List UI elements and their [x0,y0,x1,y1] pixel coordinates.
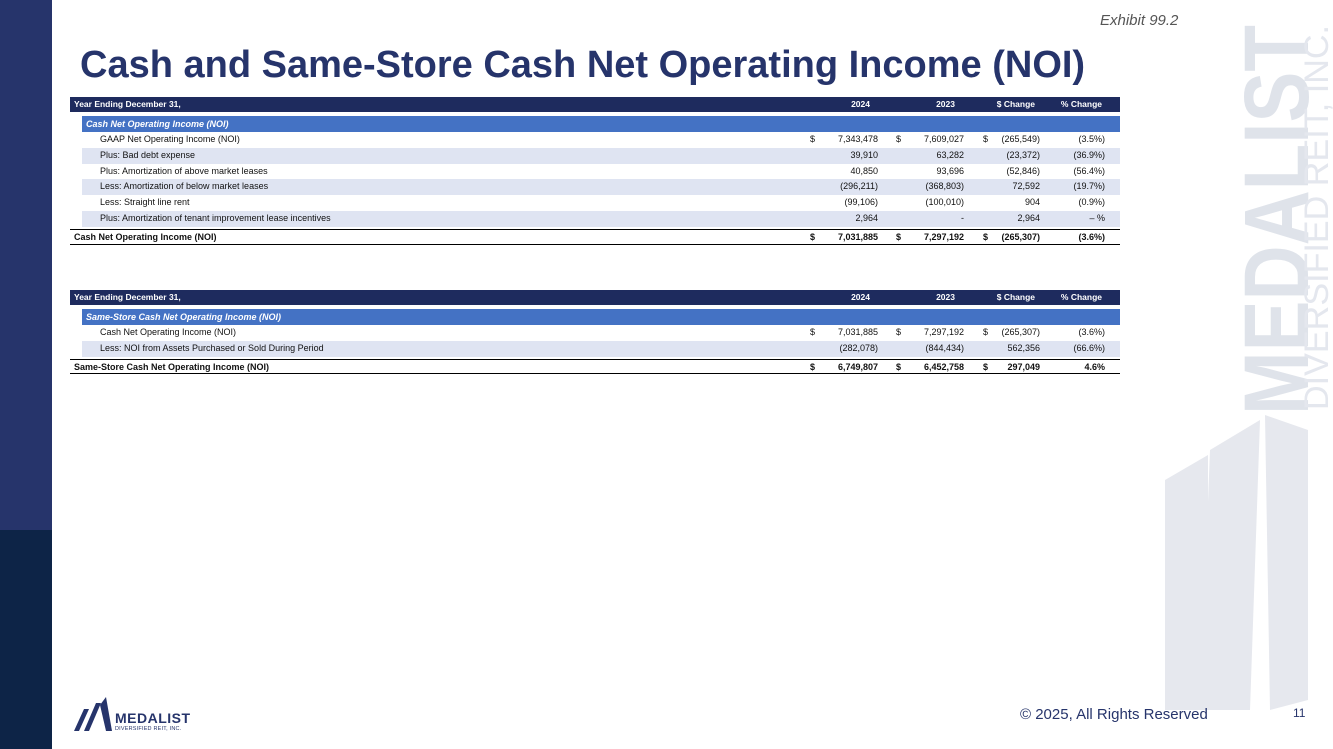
total-dollar-2024: $ [810,361,816,372]
section-title: Cash Net Operating Income (NOI) [86,119,229,129]
row-label: Plus: Bad debt expense [100,149,196,160]
header-label: Year Ending December 31, [74,99,181,109]
total-label: Cash Net Operating Income (NOI) [74,231,217,242]
total-pct-change: 4.6% [1084,361,1105,372]
cash-noi-table: Year Ending December 31, 2024 2023 $ Cha… [70,97,1120,245]
total-dollar-2023: $ [896,361,902,372]
table-row: Plus: Bad debt expense 39,910 63,282 (23,37… [82,147,1120,164]
change-value: (52,846) [1006,165,1040,176]
value-2023: 7,609,027 [923,134,964,144]
total-value-2024: 7,031,885 [837,231,878,242]
value-2024: (99,106) [844,197,878,208]
value-2024: 40,850 [850,165,878,176]
pct-change: (0.9%) [1078,197,1105,208]
copyright: © 2025, All Rights Reserved [1020,706,1208,723]
exhibit-label: Exhibit 99.2 [1100,12,1179,29]
value-2023: (100,010) [925,197,964,208]
value-2023: (844,434) [925,342,964,353]
pct-change: (56.4%) [1073,165,1105,176]
row-label: Plus: Amortization of above market lease… [100,165,268,176]
table-row: GAAP Net Operating Income (NOI) $7,343,47… [82,132,1120,148]
logo-name: MEDALIST [115,710,191,726]
change-value: 562,356 [1007,342,1040,353]
change-value: (265,549) [1001,134,1040,144]
header-change: $ Change [996,99,1035,109]
table-row: Cash Net Operating Income (NOI) $7,031,88… [82,325,1120,341]
table-row: Plus: Amortization of tenant improvement… [82,210,1120,227]
table-row: Less: NOI from Assets Purchased or Sold … [82,340,1120,357]
total-change: (265,307) [1001,231,1040,242]
same-store-noi-table: Year Ending December 31, 2024 2023 $ Cha… [70,290,1120,375]
header-label: Year Ending December 31, [74,292,181,302]
header-change: $ Change [996,292,1035,302]
total-value-2024: 6,749,807 [837,361,878,372]
value-2024: 2,964 [855,212,878,223]
table-row: Less: Straight line rent (99,106) (100,010… [82,195,1120,211]
total-change: 297,049 [1007,361,1040,372]
change-value: 904 [1024,197,1040,208]
row-label: GAAP Net Operating Income (NOI) [100,134,240,144]
total-dollar-2023: $ [896,231,902,242]
table-row: Less: Amortization of below market lease… [82,179,1120,196]
dollar-2023: $ [896,134,902,144]
value-2024: 39,910 [850,149,878,160]
total-row: Cash Net Operating Income (NOI) $ 7,031,… [70,228,1120,245]
total-value-2023: 6,452,758 [923,361,964,372]
dollar-2024: $ [810,134,816,144]
header-2024: 2024 [851,292,870,302]
row-label: Cash Net Operating Income (NOI) [100,327,237,337]
value-2024: (296,211) [840,181,878,192]
table-row: Plus: Amortization of above market lease… [82,164,1120,180]
pct-change: (3.6%) [1078,327,1105,337]
pct-change: – % [1089,212,1105,223]
total-value-2023: 7,297,192 [923,231,964,242]
header-2024: 2024 [851,99,870,109]
watermark-name: MEDALIST [1226,25,1328,415]
value-2024: 7,343,478 [837,134,878,144]
row-label: Less: Amortization of below market lease… [100,181,269,192]
total-pct-change: (3.6%) [1078,231,1105,242]
total-label: Same-Store Cash Net Operating Income (NO… [74,361,270,372]
row-label: Less: Straight line rent [100,197,190,208]
pct-change: (3.5%) [1078,134,1105,144]
left-accent-bar-dark [0,530,52,749]
value-2023: 93,696 [936,165,964,176]
table-header-row: Year Ending December 31, 2024 2023 $ Cha… [70,97,1120,112]
pct-change: (19.7%) [1073,181,1105,192]
value-2024: 7,031,885 [837,327,878,337]
change-value: (265,307) [1001,327,1040,337]
section-title-row: Cash Net Operating Income (NOI) [82,116,1120,132]
dollar-2024: $ [810,327,816,337]
page-title: Cash and Same-Store Cash Net Operating I… [80,44,1086,86]
change-value: (23,372) [1006,149,1040,160]
total-dollar-2024: $ [810,231,816,242]
table-header-row: Year Ending December 31, 2024 2023 $ Cha… [70,290,1120,305]
medalist-logo-icon [74,697,112,731]
header-2023: 2023 [936,292,955,302]
value-2023: 63,282 [936,149,964,160]
watermark-sub: DIVERSIFIED REIT, INC. [1298,25,1333,410]
value-2023: (368,803) [925,181,964,192]
dollar-2023: $ [896,327,902,337]
page-number: 11 [1293,706,1306,720]
value-2024: (282,078) [839,342,878,353]
left-accent-bar [0,0,52,530]
change-value: 2,964 [1017,212,1040,223]
medalist-watermark: MEDALIST DIVERSIFIED REIT, INC. [1165,25,1333,710]
header-pct-change: % Change [1060,292,1102,302]
row-label: Less: NOI from Assets Purchased or Sold … [100,342,324,353]
section-title-row: Same-Store Cash Net Operating Income (NO… [82,309,1120,325]
value-2023: 7,297,192 [923,327,964,337]
row-label: Plus: Amortization of tenant improvement… [100,212,331,223]
pct-change: (36.9%) [1073,149,1105,160]
change-value: 72,592 [1012,181,1040,192]
logo-subtitle: DIVERSIFIED REIT, INC. [115,726,182,732]
header-2023: 2023 [936,99,955,109]
value-2023: - [961,212,964,223]
total-row: Same-Store Cash Net Operating Income (NO… [70,358,1120,375]
pct-change: (66.6%) [1073,342,1105,353]
section-title: Same-Store Cash Net Operating Income (NO… [86,312,282,322]
header-pct-change: % Change [1060,99,1102,109]
